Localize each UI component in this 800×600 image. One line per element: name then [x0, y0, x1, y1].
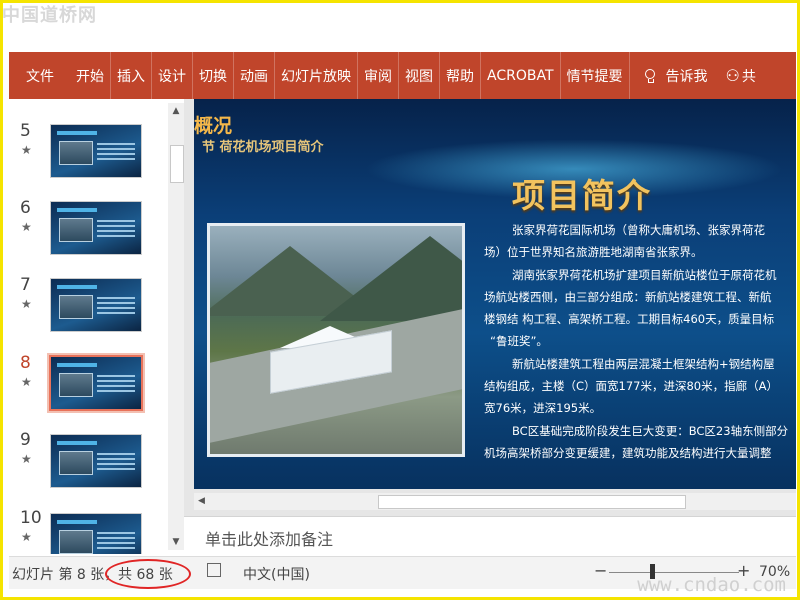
slide-number: 5: [20, 121, 31, 141]
slide-text-line: 宽76米，进深195米。: [484, 401, 602, 415]
share-label[interactable]: 共: [742, 66, 756, 86]
scroll-thumb[interactable]: [170, 145, 184, 183]
tab-insert[interactable]: 插入: [110, 52, 151, 99]
section-subtitle: 节 荷花机场项目简介: [202, 140, 324, 155]
tell-me-label: 告诉我: [665, 68, 708, 85]
zoom-out-button[interactable]: −: [594, 561, 607, 580]
slide-heading: 项目简介: [512, 176, 652, 215]
animation-star-icon: ★: [21, 530, 32, 544]
tab-review[interactable]: 审阅: [357, 52, 398, 99]
watermark-top: 中国道桥网: [2, 5, 97, 26]
animation-star-icon: ★: [21, 220, 32, 234]
slide-text-line: 湖南张家界荷花机场扩建项目新航站楼位于原荷花机: [512, 268, 777, 282]
scroll-left-icon[interactable]: ◀: [198, 493, 205, 510]
tab-slideshow[interactable]: 幻灯片放映: [274, 52, 357, 99]
animation-star-icon: ★: [21, 452, 32, 466]
slide-text-line: 场航站楼西侧，由三部分组成：新航站楼建筑工程、新航: [484, 290, 772, 304]
slide-preview[interactable]: [50, 201, 142, 255]
tab-home[interactable]: 开始: [70, 52, 110, 99]
slide-preview[interactable]: [49, 355, 143, 411]
tab-storyboard[interactable]: 情节提要: [559, 52, 629, 99]
slide-text-line: BC区基础完成阶段发生巨大变更：BC区23轴东侧部分: [512, 424, 789, 438]
language-indicator[interactable]: 中文(中国): [243, 564, 310, 584]
slide-thumbnail[interactable]: 7 ★: [9, 275, 169, 345]
tab-design[interactable]: 设计: [151, 52, 192, 99]
slide-text-line: 结构组成，主楼（C）面宽177米，进深80米，指廊（A）: [484, 379, 778, 393]
zoom-slider-track[interactable]: [609, 572, 739, 573]
notes-pane[interactable]: 单击此处添加备注: [184, 516, 796, 557]
slide-preview[interactable]: [50, 513, 142, 554]
slide-number: 6: [20, 198, 31, 218]
slide-preview[interactable]: [50, 124, 142, 178]
ribbon-tab-bar: 文件 开始 插入 设计 切换 动画 幻灯片放映 审阅 视图 帮助 ACROBAT…: [9, 52, 796, 99]
slide-preview[interactable]: [50, 278, 142, 332]
slide-thumbnail-selected[interactable]: 8 ★: [9, 353, 169, 423]
animation-star-icon: ★: [21, 143, 32, 157]
watermark-bottom: www.cndao.com: [637, 574, 786, 596]
chapter-title: 概况: [194, 115, 233, 137]
slide-preview[interactable]: [50, 434, 142, 488]
slide-text-line: 张家界荷花国际机场（曾称大庸机场、张家界荷花: [512, 223, 765, 237]
notes-placeholder: 单击此处添加备注: [205, 530, 334, 549]
tell-me-search[interactable]: 告诉我 ⚇ 共: [628, 52, 762, 99]
animation-star-icon: ★: [21, 297, 32, 311]
slide-text-line: 楼钢结 构工程、高架桥工程。工期目标460天，质量目标: [484, 312, 775, 326]
slide-thumbnail[interactable]: 6 ★: [9, 198, 169, 268]
tab-file[interactable]: 文件: [9, 52, 70, 99]
slide-text-line: 场）位于世界知名旅游胜地湖南省张家界。: [484, 245, 703, 259]
slide-thumbnail-panel: 5 ★ 6 ★ 7 ★ 8 ★ 9 ★ 10 ★: [9, 99, 184, 554]
slide-thumbnail[interactable]: 10 ★: [9, 508, 169, 554]
slide-text-line: 机场高架桥部分变更缓建，建筑功能及结构进行大量调整: [484, 446, 772, 460]
thumbnail-scrollbar[interactable]: ▲ ▼: [168, 103, 184, 550]
slide-text-line: 新航站楼建筑工程由两层混凝土框架结构+钢结构屋: [512, 357, 775, 371]
share-icon[interactable]: ⚇: [726, 66, 740, 85]
tab-animations[interactable]: 动画: [233, 52, 274, 99]
slide-number: 9: [20, 430, 31, 450]
slide-thumbnail[interactable]: 5 ★: [9, 121, 169, 191]
current-slide[interactable]: 概况 节 荷花机场项目简介 项目简介 张家界荷花国际机场（曾称大庸机场、张家界荷…: [194, 99, 796, 489]
slide-number: 8: [20, 353, 31, 373]
slide-position: 幻灯片 第 8 张，: [12, 567, 119, 583]
slide-number: 10: [20, 508, 42, 528]
airport-photo: [207, 223, 465, 457]
lightbulb-icon: [644, 68, 656, 83]
slide-text-line: “鲁班奖”。: [490, 334, 548, 348]
tab-acrobat[interactable]: ACROBAT: [480, 52, 560, 99]
slide-thumbnail[interactable]: 9 ★: [9, 430, 169, 500]
tab-view[interactable]: 视图: [398, 52, 439, 99]
tab-transitions[interactable]: 切换: [192, 52, 233, 99]
slide-editing-area: 概况 节 荷花机场项目简介 项目简介 张家界荷花国际机场（曾称大庸机场、张家界荷…: [184, 99, 796, 516]
scroll-down-icon[interactable]: ▼: [168, 534, 184, 550]
animation-star-icon: ★: [21, 375, 32, 389]
highlight-circle: [105, 559, 191, 589]
notes-toggle-icon[interactable]: [207, 563, 221, 577]
horizontal-scrollbar[interactable]: ◀: [194, 493, 796, 510]
tab-help[interactable]: 帮助: [439, 52, 480, 99]
scroll-thumb[interactable]: [378, 495, 686, 509]
scroll-up-icon[interactable]: ▲: [168, 103, 184, 119]
slide-number: 7: [20, 275, 31, 295]
